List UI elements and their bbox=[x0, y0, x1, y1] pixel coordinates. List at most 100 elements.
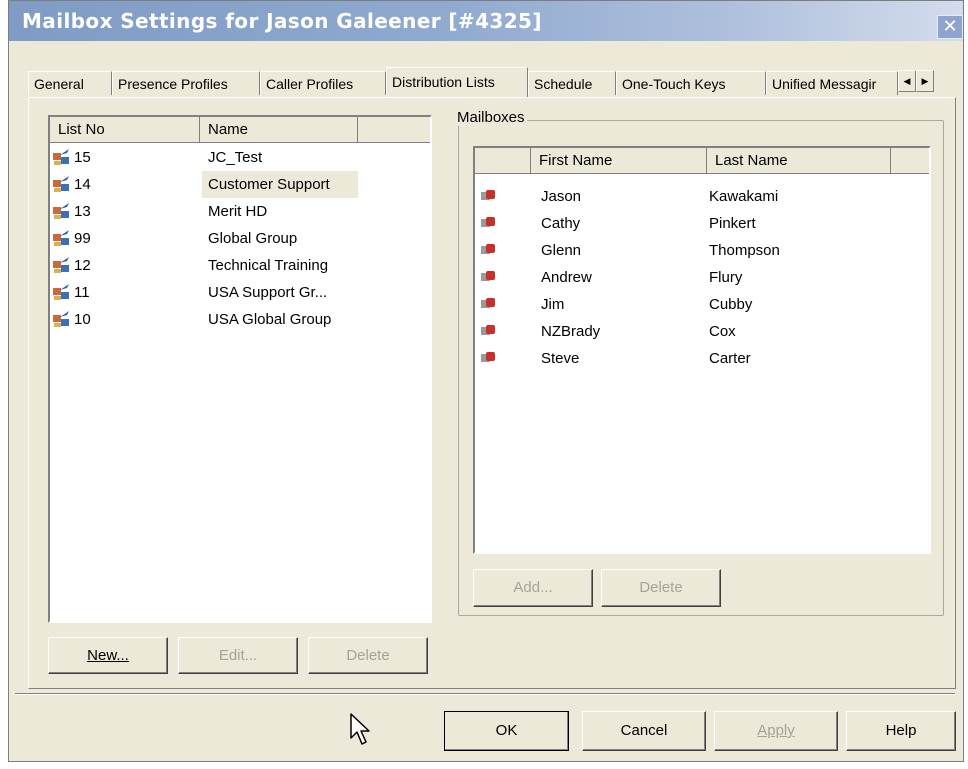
tab-label: General bbox=[34, 76, 84, 92]
tab-unified-messaging[interactable]: Unified Messagir bbox=[766, 71, 898, 95]
mailbox-icon bbox=[481, 217, 495, 227]
distribution-list-icon bbox=[53, 230, 69, 246]
button-label: Cancel bbox=[620, 722, 668, 739]
tab-caller-profiles[interactable]: Caller Profiles bbox=[260, 71, 386, 95]
list-no: 13 bbox=[74, 203, 91, 220]
tab-strip: General Presence Profiles Caller Profile… bbox=[28, 67, 934, 97]
mailboxes-table[interactable]: First Name Last Name Jason Kawakami Cath… bbox=[473, 146, 931, 554]
tab-label: Schedule bbox=[534, 76, 593, 92]
button-label: Delete bbox=[346, 647, 390, 664]
distribution-list-icon bbox=[53, 149, 69, 165]
button-label: New... bbox=[87, 647, 129, 664]
close-icon[interactable]: ✕ bbox=[937, 15, 963, 39]
button-label: Help bbox=[885, 722, 917, 739]
table-row[interactable]: Cathy Pinkert bbox=[475, 210, 929, 237]
table-row[interactable]: 11 USA Support Gr... bbox=[50, 279, 430, 306]
column-label: Name bbox=[208, 121, 249, 138]
column-header-list-no[interactable]: List No bbox=[50, 117, 200, 143]
list-name: Merit HD bbox=[208, 203, 268, 220]
mailbox-icon bbox=[481, 325, 495, 335]
ok-button[interactable]: OK bbox=[444, 711, 569, 751]
button-label: OK bbox=[495, 722, 518, 739]
first-name: Glenn bbox=[541, 242, 582, 259]
table-row[interactable]: 10 USA Global Group bbox=[50, 306, 430, 333]
table-row[interactable]: NZBrady Cox bbox=[475, 318, 929, 345]
table-row[interactable]: Andrew Flury bbox=[475, 264, 929, 291]
table-row[interactable]: 15 JC_Test bbox=[50, 144, 430, 171]
button-label: Edit... bbox=[218, 647, 258, 664]
distribution-list-icon bbox=[53, 257, 69, 273]
list-name: JC_Test bbox=[208, 149, 263, 166]
button-label: Apply bbox=[757, 722, 795, 739]
tab-label: Distribution Lists bbox=[392, 74, 495, 90]
tab-label: One-Touch Keys bbox=[622, 76, 726, 92]
help-button[interactable]: Help bbox=[846, 711, 956, 751]
apply-button[interactable]: Apply bbox=[714, 711, 838, 751]
table-row[interactable]: 12 Technical Training bbox=[50, 252, 430, 279]
tab-one-touch-keys[interactable]: One-Touch Keys bbox=[616, 71, 766, 95]
table-row[interactable]: Glenn Thompson bbox=[475, 237, 929, 264]
table-row[interactable]: 13 Merit HD bbox=[50, 198, 430, 225]
delete-list-button[interactable]: Delete bbox=[308, 637, 428, 674]
mailbox-icon bbox=[481, 271, 495, 281]
column-label: List No bbox=[58, 121, 105, 138]
table-row[interactable]: Jim Cubby bbox=[475, 291, 929, 318]
mailbox-icon bbox=[481, 190, 495, 200]
list-no: 11 bbox=[74, 284, 90, 301]
cancel-button[interactable]: Cancel bbox=[582, 711, 706, 751]
tab-label: Caller Profiles bbox=[266, 76, 354, 92]
table-row[interactable]: 99 Global Group bbox=[50, 225, 430, 252]
window-title: Mailbox Settings for Jason Galeener [#43… bbox=[22, 9, 542, 33]
button-label: Add... bbox=[513, 579, 553, 596]
table-row[interactable]: 14 Customer Support bbox=[50, 171, 430, 198]
first-name: Jason bbox=[541, 188, 582, 205]
first-name: Andrew bbox=[541, 269, 592, 286]
tab-presence-profiles[interactable]: Presence Profiles bbox=[112, 71, 260, 95]
arrow-left-icon[interactable]: ◀ bbox=[898, 70, 916, 92]
table-row[interactable]: Steve Carter bbox=[475, 345, 929, 372]
first-name: NZBrady bbox=[541, 323, 601, 340]
distribution-list-icon bbox=[53, 203, 69, 219]
tab-general[interactable]: General bbox=[28, 71, 112, 95]
footer-separator bbox=[15, 693, 955, 695]
tab-label: Unified Messagir bbox=[772, 76, 877, 92]
tab-schedule[interactable]: Schedule bbox=[528, 71, 616, 95]
distribution-list-icon bbox=[53, 284, 69, 300]
first-name: Steve bbox=[541, 350, 580, 367]
first-name: Cathy bbox=[541, 215, 581, 232]
mailbox-icon bbox=[481, 244, 495, 254]
list-no: 10 bbox=[74, 311, 91, 328]
distribution-list-icon bbox=[53, 311, 69, 327]
list-no: 15 bbox=[74, 149, 91, 166]
tab-label: Presence Profiles bbox=[118, 76, 228, 92]
distribution-list-table[interactable]: List No Name 15 JC_Test 14 Customer Supp… bbox=[48, 115, 432, 623]
new-list-button[interactable]: New... bbox=[48, 637, 168, 674]
add-mailbox-button[interactable]: Add... bbox=[473, 569, 593, 607]
column-label: Last Name bbox=[715, 152, 788, 169]
last-name: Cubby bbox=[709, 296, 753, 313]
column-header-empty[interactable] bbox=[358, 117, 430, 143]
list-name: USA Support Gr... bbox=[208, 284, 328, 301]
list-name: Customer Support bbox=[202, 171, 358, 198]
list-name: USA Global Group bbox=[208, 311, 332, 328]
last-name: Cox bbox=[709, 323, 736, 340]
list-no: 14 bbox=[74, 176, 91, 193]
last-name: Thompson bbox=[709, 242, 780, 259]
column-header-name[interactable]: Name bbox=[200, 117, 358, 143]
first-name: Jim bbox=[541, 296, 565, 313]
edit-list-button[interactable]: Edit... bbox=[178, 637, 298, 674]
button-label: Delete bbox=[639, 579, 683, 596]
column-header-last-name[interactable]: Last Name bbox=[707, 148, 891, 174]
column-header-icon[interactable] bbox=[475, 148, 531, 174]
column-header-first-name[interactable]: First Name bbox=[531, 148, 707, 174]
delete-mailbox-button[interactable]: Delete bbox=[601, 569, 721, 607]
table-row[interactable]: Jason Kawakami bbox=[475, 183, 929, 210]
mailboxes-group-label: Mailboxes bbox=[455, 109, 527, 126]
column-label: First Name bbox=[539, 152, 613, 169]
arrow-right-icon[interactable]: ▶ bbox=[916, 70, 934, 92]
last-name: Flury bbox=[709, 269, 743, 286]
last-name: Pinkert bbox=[709, 215, 756, 232]
tab-distribution-lists[interactable]: Distribution Lists bbox=[386, 67, 528, 97]
list-name: Technical Training bbox=[208, 257, 329, 274]
column-header-empty[interactable] bbox=[891, 148, 929, 174]
